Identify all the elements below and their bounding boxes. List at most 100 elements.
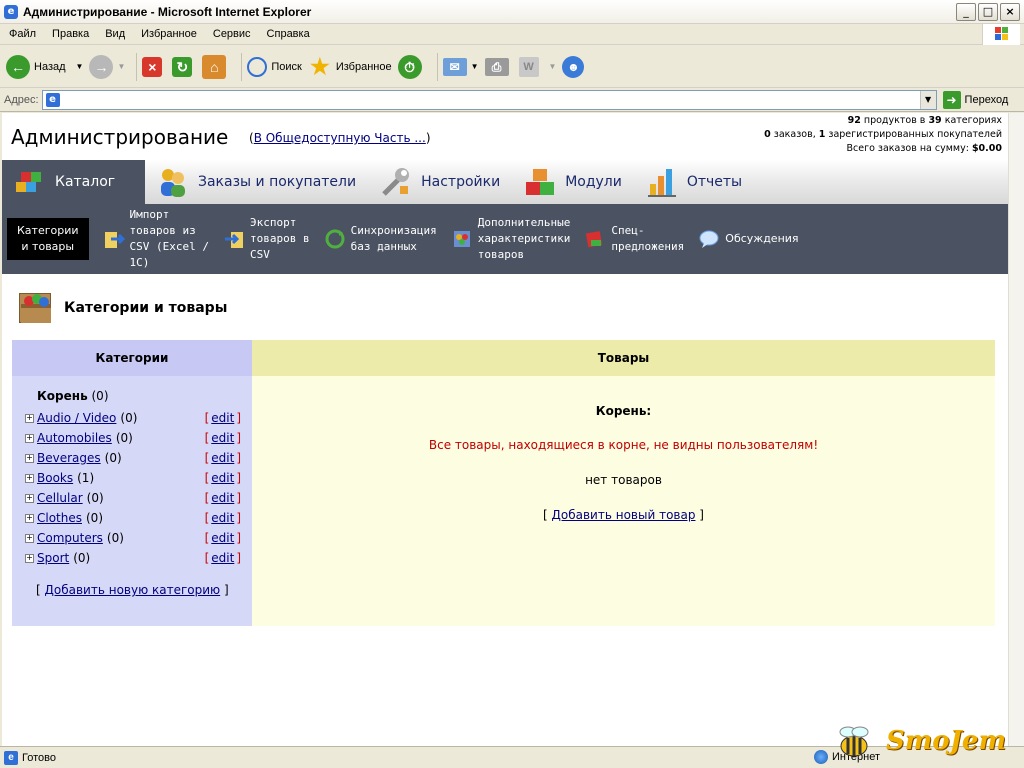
messenger-icon: ☻	[562, 55, 585, 78]
printer-icon: ⎙	[484, 57, 509, 76]
close-button[interactable]: ×	[1000, 3, 1020, 21]
vertical-scrollbar[interactable]	[1008, 113, 1024, 746]
expand-icon[interactable]: +	[25, 513, 34, 523]
edit-dropdown-icon[interactable]: ▼	[549, 62, 557, 71]
subtab-extra-features[interactable]: Дополнительные характеристики товаров	[451, 215, 570, 263]
menu-file[interactable]: Файл	[2, 28, 43, 40]
windows-logo-icon	[982, 24, 1020, 45]
category-link[interactable]: Books	[37, 471, 73, 485]
stop-button[interactable]: ×	[142, 56, 166, 77]
tab-settings[interactable]: Настройки	[368, 160, 512, 204]
category-link[interactable]: Cellular	[37, 491, 83, 505]
star-icon: ★	[309, 53, 330, 79]
subtab-special-offers[interactable]: Спец- предложения	[584, 223, 684, 255]
special-offer-icon	[586, 231, 603, 248]
category-link[interactable]: Beverages	[37, 451, 101, 465]
edit-link[interactable]: edit	[211, 551, 234, 565]
modules-icon	[526, 169, 555, 195]
address-dropdown-icon[interactable]: ▼	[919, 90, 936, 109]
expand-icon[interactable]: +	[25, 433, 34, 443]
main-tabs: Каталог Заказы и покупатели Настройки Мо…	[2, 160, 1008, 204]
edit-link[interactable]: edit	[211, 511, 234, 525]
catalog-blocks-icon	[16, 172, 41, 192]
store-stats: 92 продуктов в 39 категориях 0 заказов, …	[764, 115, 1002, 154]
category-link[interactable]: Computers	[37, 531, 103, 545]
menu-edit[interactable]: Правка	[45, 28, 96, 40]
edit-link[interactable]: edit	[211, 491, 234, 505]
edit-link[interactable]: edit	[211, 531, 234, 545]
page-status-icon: e	[4, 750, 18, 765]
edit-link[interactable]: edit	[211, 431, 234, 445]
page-title: Категории и товары	[64, 300, 228, 316]
category-link[interactable]: Automobiles	[37, 431, 112, 445]
back-button[interactable]: ← Назад ▼	[6, 54, 84, 79]
expand-icon[interactable]: +	[25, 533, 34, 543]
public-part-link[interactable]: В Общедоступную Часть ...	[254, 131, 426, 145]
category-row: + Sport (0)[edit]	[25, 551, 241, 565]
category-link[interactable]: Sport	[37, 551, 69, 565]
category-row: + Clothes (0)[edit]	[25, 511, 241, 525]
mail-dropdown-icon[interactable]: ▼	[471, 62, 479, 71]
subtab-sync-db[interactable]: Синхронизация баз данных	[324, 223, 437, 255]
products-heading: Товары	[252, 340, 995, 376]
edit-link[interactable]: edit	[211, 471, 234, 485]
back-arrow-icon: ←	[6, 54, 30, 79]
edit-word-button[interactable]: W ▼	[518, 56, 557, 77]
search-button[interactable]: Поиск	[247, 56, 302, 77]
expand-icon[interactable]: +	[25, 553, 34, 563]
refresh-button[interactable]: ↻	[172, 56, 196, 77]
tab-catalog[interactable]: Каталог	[2, 160, 145, 204]
forward-button[interactable]: → ▼	[89, 54, 125, 79]
export-icon	[225, 232, 243, 248]
expand-icon[interactable]: +	[25, 473, 34, 483]
subtab-categories-products[interactable]: Категории и товары	[7, 218, 89, 260]
messenger-button[interactable]: ☻	[562, 55, 588, 78]
go-button[interactable]: ➜ Переход	[942, 90, 1008, 109]
expand-icon[interactable]: +	[25, 413, 34, 423]
category-row: + Computers (0)[edit]	[25, 531, 241, 545]
forward-dropdown-icon[interactable]: ▼	[117, 62, 125, 71]
stop-icon: ×	[142, 56, 163, 77]
title-bar: e Администрирование - Microsoft Internet…	[0, 0, 1024, 24]
subtab-discussions[interactable]: Обсуждения	[698, 228, 799, 250]
tab-orders-customers[interactable]: Заказы и покупатели	[145, 160, 368, 204]
category-link[interactable]: Clothes	[37, 511, 82, 525]
edit-link[interactable]: edit	[211, 451, 234, 465]
back-dropdown-icon[interactable]: ▼	[76, 62, 84, 71]
menu-favorites[interactable]: Избранное	[134, 28, 204, 40]
edit-link[interactable]: edit	[211, 411, 234, 425]
print-button[interactable]: ⎙	[484, 57, 513, 76]
menu-help[interactable]: Справка	[260, 28, 317, 40]
categories-panel: Категории Корень (0) + Audio / Video (0)[e…	[12, 340, 252, 626]
toolbar: ← Назад ▼ → ▼ × ↻ ⌂ Поиск ★ Избранное ⏱ …	[0, 46, 1024, 88]
minimize-button[interactable]: _	[956, 3, 976, 21]
subtab-export-csv[interactable]: Экспорт товаров в CSV	[223, 215, 310, 263]
subtab-import-csv[interactable]: Импорт товаров из CSV (Excel / 1C)	[103, 207, 209, 271]
menu-tools[interactable]: Сервис	[206, 28, 258, 40]
history-button[interactable]: ⏱	[397, 54, 426, 79]
window-title: Администрирование - Microsoft Internet E…	[23, 4, 312, 19]
address-label: Адрес:	[4, 93, 39, 106]
address-input[interactable]: e ▼	[41, 89, 937, 110]
refresh-icon: ↻	[172, 56, 193, 77]
favorites-button[interactable]: ★ Избранное	[308, 53, 392, 79]
tab-modules[interactable]: Модули	[512, 160, 634, 204]
add-category-link[interactable]: Добавить новую категорию	[45, 583, 221, 597]
expand-icon[interactable]: +	[25, 453, 34, 463]
menu-view[interactable]: Вид	[98, 28, 132, 40]
category-root: Корень (0)	[37, 389, 109, 403]
tab-reports[interactable]: Отчеты	[634, 160, 754, 204]
home-button[interactable]: ⌂	[202, 54, 230, 79]
category-link[interactable]: Audio / Video	[37, 411, 116, 425]
category-row: + Beverages (0)[edit]	[25, 451, 241, 465]
go-arrow-icon: ➜	[942, 90, 961, 109]
mail-button[interactable]: ✉ ▼	[442, 57, 479, 76]
word-icon: W	[518, 56, 539, 77]
expand-icon[interactable]: +	[25, 493, 34, 503]
add-product-link[interactable]: Добавить новый товар	[552, 508, 696, 522]
mail-icon: ✉	[442, 57, 467, 76]
maximize-button[interactable]: □	[978, 3, 998, 21]
category-row: + Automobiles (0)[edit]	[25, 431, 241, 445]
box-icon	[19, 293, 51, 323]
bee-icon	[839, 726, 869, 757]
